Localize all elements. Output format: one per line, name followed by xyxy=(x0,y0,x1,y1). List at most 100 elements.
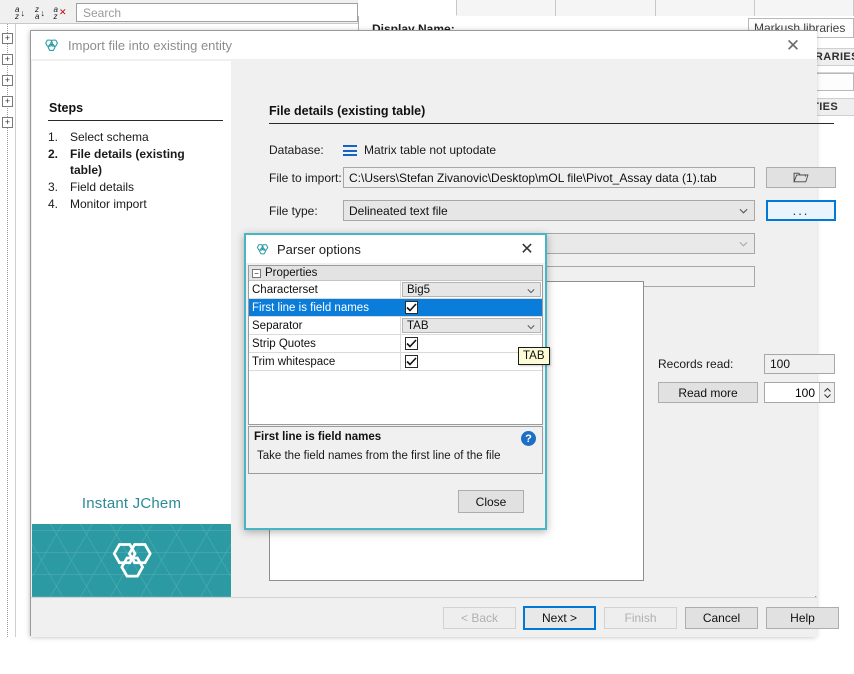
property-value[interactable]: TAB xyxy=(401,317,542,334)
table-row[interactable]: Trim whitespace xyxy=(249,353,542,371)
read-more-count-stepper[interactable]: 100 xyxy=(764,382,835,403)
property-key: First line is field names xyxy=(249,299,401,316)
property-key: Trim whitespace xyxy=(249,353,401,370)
brand-graphic xyxy=(32,524,231,597)
brand-name: Instant JChem xyxy=(32,495,231,512)
parser-properties-table: − Properties Characterset Big5 First lin… xyxy=(248,265,543,425)
tree-expand-node-3[interactable]: + xyxy=(2,75,13,86)
tree-expand-node-5[interactable]: + xyxy=(2,117,13,128)
read-more-button[interactable]: Read more xyxy=(658,382,758,403)
parser-close-button[interactable]: Close xyxy=(458,490,524,513)
step-label: Monitor import xyxy=(70,196,147,212)
step-label: Field details xyxy=(70,179,134,195)
browse-file-button[interactable] xyxy=(766,167,836,188)
checkmark-icon xyxy=(406,339,417,348)
cancel-button[interactable]: Cancel xyxy=(685,607,758,629)
stepper-up-icon xyxy=(824,388,831,392)
chevron-down-icon xyxy=(527,287,535,295)
wizard-title-bar: Import file into existing entity xyxy=(31,31,817,59)
parser-options-dialog: Parser options ✕ − Properties Characters… xyxy=(244,233,547,530)
sort-clear-icon[interactable]: az✕ xyxy=(50,4,70,22)
wizard-title-text: Import file into existing entity xyxy=(68,38,232,53)
separator-select[interactable]: TAB xyxy=(402,318,541,333)
search-input[interactable]: Search xyxy=(76,3,358,22)
properties-group-label: Properties xyxy=(265,267,317,279)
characterset-select[interactable]: Big5 xyxy=(402,282,541,297)
folder-browse-icon xyxy=(792,171,810,184)
first-line-field-names-checkbox[interactable] xyxy=(405,301,418,314)
parser-title-bar: Parser options xyxy=(246,235,545,263)
records-read-label: Records read: xyxy=(658,357,733,371)
chevron-down-icon xyxy=(739,239,748,248)
stepper-arrows[interactable] xyxy=(819,383,834,402)
sort-az-ascending-icon[interactable]: az↓ xyxy=(10,4,30,22)
checkmark-icon xyxy=(406,303,417,312)
chevron-down-icon xyxy=(527,323,535,331)
tree-expand-node-4[interactable]: + xyxy=(2,96,13,107)
property-key: Separator xyxy=(249,317,401,334)
help-button[interactable]: Help xyxy=(766,607,839,629)
group-collapse-icon[interactable]: − xyxy=(252,269,261,278)
page-title-rule xyxy=(269,123,834,124)
chevron-down-icon xyxy=(739,206,748,215)
checkmark-icon xyxy=(406,357,417,366)
wizard-footer: < Back Next > Finish Cancel Help xyxy=(31,597,817,637)
table-row[interactable]: Strip Quotes xyxy=(249,335,542,353)
step-item-select-schema: 1. Select schema xyxy=(48,129,224,145)
records-read-value: 100 xyxy=(764,354,835,374)
wizard-close-button[interactable]: ✕ xyxy=(771,31,815,61)
next-button[interactable]: Next > xyxy=(523,606,596,630)
page-title: File details (existing table) xyxy=(269,104,425,118)
background-tab-4[interactable] xyxy=(656,0,755,16)
steps-heading: Steps xyxy=(49,101,83,115)
read-more-count-value: 100 xyxy=(765,386,819,400)
file-type-value: Delineated text file xyxy=(349,203,749,219)
step-item-monitor-import: 4. Monitor import xyxy=(48,196,224,212)
file-to-import-label: File to import: xyxy=(269,171,342,185)
background-tab-5[interactable] xyxy=(755,0,854,16)
properties-group-header[interactable]: − Properties xyxy=(249,266,542,281)
step-label: File details (existing table) xyxy=(70,146,198,178)
strip-quotes-checkbox[interactable] xyxy=(405,337,418,350)
step-number: 2. xyxy=(48,146,70,178)
file-to-import-input[interactable]: C:\Users\Stefan Zivanovic\Desktop\mOL fi… xyxy=(343,167,755,188)
property-description-panel: First line is field names Take the field… xyxy=(248,426,543,474)
table-row[interactable]: Characterset Big5 xyxy=(249,281,542,299)
finish-button[interactable]: Finish xyxy=(604,607,677,629)
background-bottom-strip xyxy=(0,637,854,674)
step-item-field-details: 3. Field details xyxy=(48,179,224,195)
property-value[interactable] xyxy=(401,299,542,316)
sort-za-ascending-icon[interactable]: za↓ xyxy=(30,4,50,22)
back-button[interactable]: < Back xyxy=(443,607,516,629)
separator-value: TAB xyxy=(407,320,429,332)
parser-title-text: Parser options xyxy=(277,242,361,257)
jchem-hexagon-icon xyxy=(101,535,163,587)
jchem-hexagon-icon xyxy=(43,37,60,54)
steps-heading-rule xyxy=(48,120,223,121)
background-tab-3[interactable] xyxy=(556,0,655,16)
property-description-text: Take the field names from the first line… xyxy=(257,450,501,462)
trim-whitespace-checkbox[interactable] xyxy=(405,355,418,368)
parser-footer: Close xyxy=(246,476,545,528)
characterset-value: Big5 xyxy=(407,284,430,296)
step-number: 4. xyxy=(48,196,70,212)
file-type-options-label: ... xyxy=(793,207,810,215)
file-type-label: File type: xyxy=(269,204,318,218)
tree-expand-node-1[interactable]: + xyxy=(2,33,13,44)
property-description-title: First line is field names xyxy=(254,431,381,443)
database-label: Database: xyxy=(269,143,324,157)
steps-list: 1. Select schema 2. File details (existi… xyxy=(48,129,224,213)
file-type-select[interactable]: Delineated text file xyxy=(343,200,755,221)
tree-expand-node-2[interactable]: + xyxy=(2,54,13,65)
table-row[interactable]: First line is field names xyxy=(249,299,542,317)
database-value: Matrix table not uptodate xyxy=(364,143,496,157)
property-value[interactable]: Big5 xyxy=(401,281,542,298)
parser-close-icon[interactable]: ✕ xyxy=(511,236,543,262)
background-tab-1[interactable] xyxy=(358,0,457,16)
table-row[interactable]: Separator TAB xyxy=(249,317,542,335)
step-item-file-details: 2. File details (existing table) xyxy=(48,146,224,178)
help-icon[interactable]: ? xyxy=(521,431,536,446)
step-number: 1. xyxy=(48,129,70,145)
file-type-options-button[interactable]: ... xyxy=(766,200,836,221)
background-tab-2[interactable] xyxy=(457,0,556,16)
